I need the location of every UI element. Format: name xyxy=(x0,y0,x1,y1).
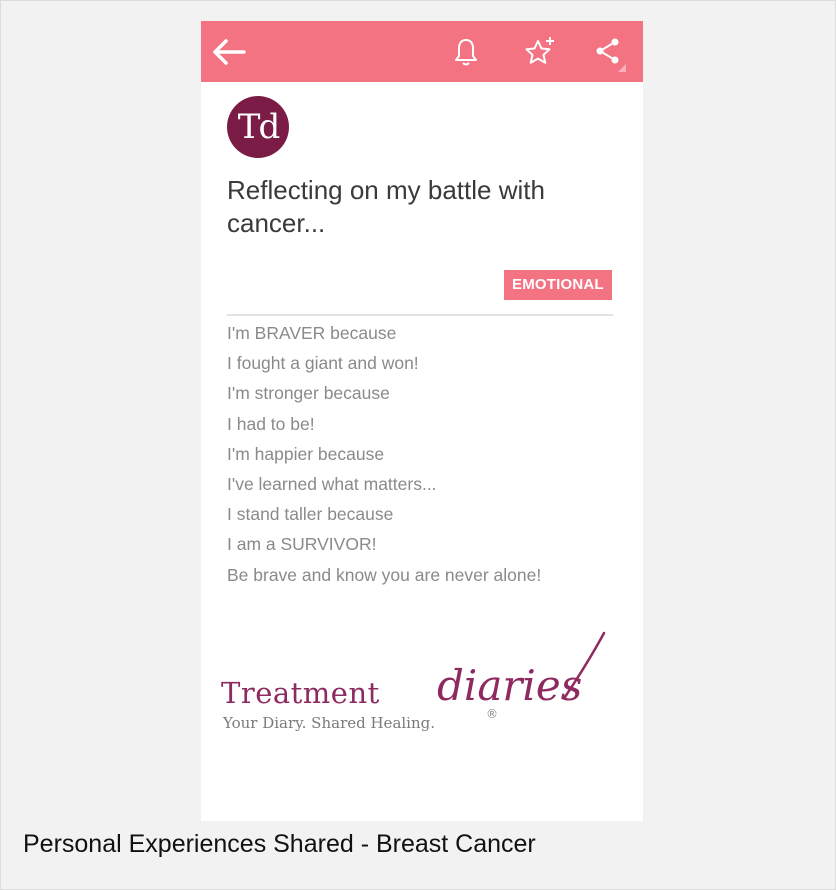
registered-mark: ® xyxy=(486,707,498,721)
back-arrow-icon[interactable] xyxy=(209,37,247,67)
post-line: Be brave and know you are never alone! xyxy=(227,564,542,585)
phone-screen: Td Reflecting on my battle with cancer..… xyxy=(201,21,643,821)
app-toolbar xyxy=(201,21,643,82)
post-line: I am a SURVIVOR! xyxy=(227,534,377,555)
post-line: I fought a giant and won! xyxy=(227,353,419,374)
post-line: I'm BRAVER because xyxy=(227,323,397,343)
post-line: I've learned what matters... xyxy=(227,474,437,495)
image-caption: Personal Experiences Shared - Breast Can… xyxy=(23,830,536,858)
author-avatar[interactable]: Td xyxy=(227,96,289,158)
emotion-tag-badge[interactable]: EMOTIONAL xyxy=(504,270,612,300)
post-body: I'm BRAVER because I fought a giant and … xyxy=(227,318,627,590)
treatment-diaries-logo: Treatment diaries Your Diary. Shared Hea… xyxy=(221,629,621,749)
logo-wordmark: Treatment xyxy=(221,676,380,710)
star-add-icon[interactable] xyxy=(523,35,557,69)
logo-tagline: Your Diary. Shared Healing. xyxy=(223,714,436,732)
post-title: Reflecting on my battle with cancer... xyxy=(227,175,545,238)
share-icon[interactable] xyxy=(593,36,629,76)
logo-slash-mark xyxy=(559,631,609,706)
bell-icon[interactable] xyxy=(453,37,479,67)
divider xyxy=(227,314,613,316)
image-frame: Td Reflecting on my battle with cancer..… xyxy=(0,0,836,890)
post-line: I'm happier because xyxy=(227,443,385,464)
post-line: I'm stronger because xyxy=(227,383,390,404)
post-line: I stand taller because xyxy=(227,504,394,525)
post-line: I had to be! xyxy=(227,413,315,434)
